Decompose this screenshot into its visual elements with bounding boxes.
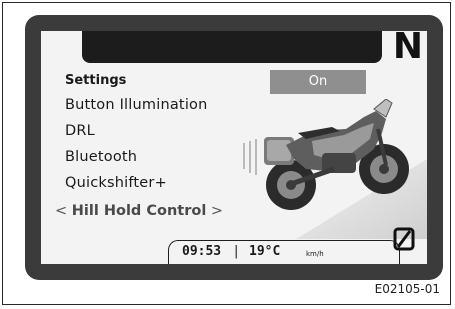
selected-menu-label: Hill Hold Control: [71, 203, 207, 219]
menu-item-drl[interactable]: DRL: [65, 123, 95, 139]
motorcycle-illustration-icon: [243, 99, 427, 239]
menu-item-hill-hold-control[interactable]: < Hill Hold Control >: [55, 203, 223, 219]
menu-item-quickshifter[interactable]: Quickshifter+: [65, 175, 167, 191]
status-bar: 09:53 | 19°C km/h: [168, 240, 400, 264]
menu-title: Settings: [65, 73, 127, 88]
chevron-left-icon[interactable]: <: [55, 203, 67, 219]
menu-item-bluetooth[interactable]: Bluetooth: [65, 149, 137, 165]
status-separator: |: [234, 244, 239, 259]
dashboard-screen: N Settings Button Illumination DRL Bluet…: [41, 31, 427, 264]
figure-frame: N Settings Button Illumination DRL Bluet…: [2, 2, 451, 305]
figure-code: E02105-01: [374, 282, 440, 296]
temperature-readout: 19°C: [249, 244, 281, 259]
gear-indicator: N: [392, 31, 423, 67]
top-bar: [82, 31, 382, 63]
zero-slash-icon: [393, 227, 415, 251]
setting-value-box[interactable]: On: [270, 70, 366, 94]
chevron-right-icon[interactable]: >: [211, 203, 223, 219]
clock-readout: 09:53: [182, 244, 222, 259]
menu-item-button-illumination[interactable]: Button Illumination: [65, 97, 208, 113]
speed-unit-label: km/h: [306, 250, 324, 258]
